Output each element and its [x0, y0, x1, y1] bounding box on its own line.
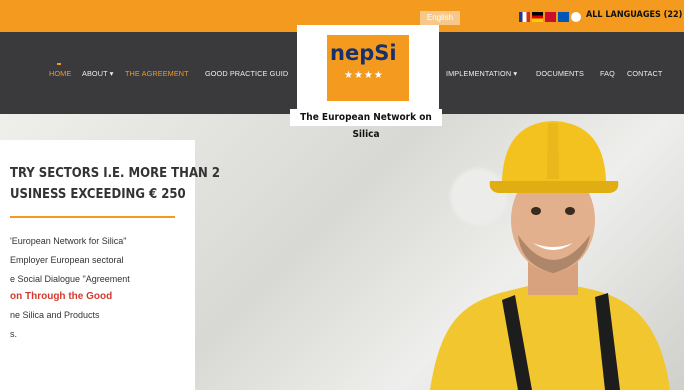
- nav-contact[interactable]: CONTACT: [627, 69, 662, 78]
- nav-implementation[interactable]: IMPLEMENTATION ▾: [446, 69, 517, 78]
- card-text-line: Employer European sectoral: [10, 255, 124, 265]
- divider: [10, 216, 175, 218]
- flag-eu-icon[interactable]: [558, 11, 569, 22]
- flag-fr-icon[interactable]: [519, 11, 530, 22]
- worker-image: [430, 121, 670, 390]
- chevron-down-icon: ▾: [513, 69, 518, 78]
- nav-about[interactable]: ABOUT ▾: [82, 69, 113, 78]
- nav-about-label: ABOUT: [82, 69, 108, 78]
- card-heading-line2: USINESS EXCEEDING € 250: [10, 187, 186, 202]
- nav-faq[interactable]: FAQ: [600, 69, 615, 78]
- flag-de-icon[interactable]: [532, 11, 543, 22]
- flag-icon[interactable]: [545, 11, 556, 22]
- logo-name: nepSi: [330, 41, 397, 65]
- nav-documents[interactable]: DOCUMENTS: [536, 69, 584, 78]
- language-flags[interactable]: [519, 10, 581, 23]
- all-languages-link[interactable]: ALL LANGUAGES (22): [586, 10, 682, 20]
- card-text-line: 'European Network for Silica": [10, 236, 127, 246]
- stars-icon: ★★★★: [344, 70, 384, 81]
- current-language-button[interactable]: English: [420, 11, 460, 25]
- nav-implementation-label: IMPLEMENTATION: [446, 69, 512, 78]
- card-highlight-link[interactable]: on Through the Good: [10, 291, 112, 302]
- nav-agreement[interactable]: THE AGREEMENT: [125, 69, 189, 78]
- chevron-down-icon: ▾: [109, 69, 114, 78]
- card-text-line: s.: [10, 329, 18, 339]
- more-languages-icon[interactable]: [571, 11, 581, 22]
- nav-home[interactable]: HOME: [49, 63, 71, 78]
- card-text-line: e Social Dialogue "Agreement: [10, 274, 130, 284]
- nav-good-practice[interactable]: GOOD PRACTICE GUID: [205, 69, 288, 78]
- card-text-line: ne Silica and Products: [10, 310, 100, 320]
- card-heading-line1: TRY SECTORS I.E. MORE THAN 2: [10, 166, 220, 181]
